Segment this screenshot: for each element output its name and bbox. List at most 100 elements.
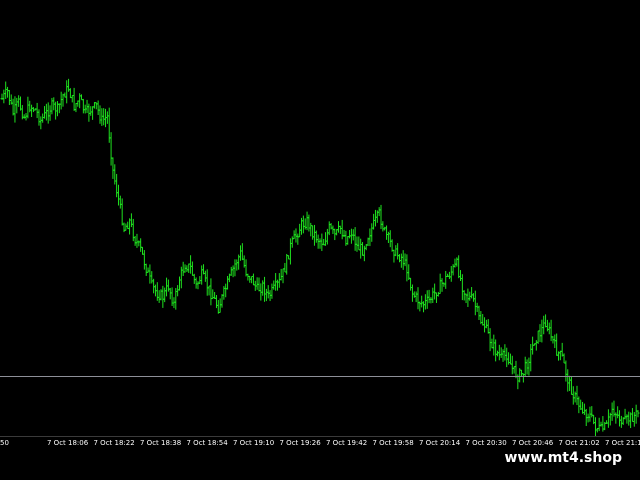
price-chart[interactable] — [0, 0, 640, 436]
ohlc-bar — [483, 317, 487, 333]
ohlc-bar — [233, 259, 237, 277]
ohlc-bar — [96, 100, 100, 116]
ohlc-bar — [359, 238, 363, 259]
ohlc-bar — [431, 287, 435, 304]
ohlc-bar — [91, 106, 95, 120]
ohlc-bar — [586, 413, 590, 423]
time-tick-label: 7 Oct 19:58 — [372, 439, 414, 447]
ohlc-bar — [542, 315, 546, 335]
ohlc-bar — [87, 103, 91, 122]
ohlc-bar — [449, 265, 453, 282]
ohlc-bar — [423, 294, 427, 310]
ohlc-bar — [98, 105, 102, 124]
ohlc-bar — [314, 230, 318, 243]
ohlc-bar — [425, 290, 429, 309]
ohlc-bar — [290, 236, 294, 248]
ohlc-bar — [257, 277, 261, 292]
ohlc-bar — [146, 267, 150, 273]
ohlc-bar — [512, 366, 516, 374]
ohlc-bar — [325, 228, 329, 245]
ohlc-bar — [618, 410, 622, 427]
ohlc-bar — [80, 94, 83, 101]
ohlc-bar — [13, 96, 17, 123]
ohlc-bar — [361, 242, 365, 256]
ohlc-bar — [327, 221, 331, 236]
ohlc-bar — [492, 334, 496, 356]
ohlc-bar — [207, 285, 211, 296]
ohlc-bar — [414, 291, 418, 303]
ohlc-bar — [209, 278, 213, 306]
ohlc-bar — [460, 274, 464, 301]
ohlc-bar — [490, 338, 494, 349]
ohlc-bar — [630, 408, 634, 422]
ohlc-bar — [100, 108, 104, 126]
ohlc-bar — [503, 344, 507, 361]
ohlc-bar — [115, 173, 119, 198]
ohlc-bar — [355, 236, 359, 252]
ohlc-bar — [7, 89, 11, 105]
ohlc-bar — [569, 375, 573, 395]
ohlc-bar — [494, 339, 498, 362]
ohlc-bar — [72, 87, 76, 111]
ohlc-bar — [523, 356, 527, 377]
ohlc-bar — [440, 278, 444, 292]
ohlc-bar — [18, 96, 22, 111]
ohlc-bar — [22, 114, 26, 119]
ohlc-bar — [244, 259, 248, 277]
ohlc-bar — [508, 353, 512, 365]
ohlc-bar — [577, 396, 581, 414]
ohlc-bar — [357, 236, 361, 251]
ohlc-bar — [510, 355, 514, 375]
ohlc-bar — [606, 409, 610, 428]
ohlc-bar — [144, 263, 148, 276]
ohlc-bar — [353, 227, 357, 251]
ohlc-bar — [277, 273, 281, 288]
ohlc-bar — [239, 245, 242, 261]
price-level-line[interactable] — [0, 376, 640, 377]
ohlc-bar — [529, 343, 533, 372]
ohlc-bar — [346, 236, 350, 245]
ohlc-bar — [405, 254, 409, 282]
ohlc-bar — [250, 275, 254, 284]
ohlc-bar — [422, 301, 426, 313]
ohlc-bar — [177, 276, 181, 291]
ohlc-bar — [311, 225, 315, 240]
ohlc-bar — [396, 243, 400, 260]
ohlc-bar — [142, 250, 146, 270]
ohlc-bar — [581, 401, 585, 414]
ohlc-bar — [307, 214, 311, 232]
ohlc-bar — [486, 319, 490, 334]
ohlc-bar — [377, 207, 381, 217]
ohlc-bar — [614, 412, 618, 424]
ohlc-bar — [285, 253, 289, 275]
ohlc-bar — [279, 268, 283, 281]
time-tick-label: 7 Oct 18:06 — [47, 439, 89, 447]
ohlc-bar — [126, 221, 130, 230]
ohlc-bar — [266, 285, 270, 299]
ohlc-bar — [264, 288, 268, 302]
ohlc-bar — [338, 225, 342, 234]
ohlc-bar — [312, 224, 316, 246]
ohlc-bar — [240, 243, 244, 261]
time-tick-label: 7 Oct 19:26 — [279, 439, 321, 447]
ohlc-bar — [63, 92, 67, 98]
ohlc-bar — [57, 103, 61, 114]
ohlc-bar — [89, 106, 93, 116]
time-tick-label: 7 Oct 18:54 — [186, 439, 228, 447]
ohlc-bar — [157, 290, 161, 303]
ohlc-bar — [70, 94, 74, 103]
ohlc-bar — [381, 221, 385, 232]
ohlc-bar — [301, 215, 305, 234]
ohlc-bar — [109, 132, 113, 166]
ohlc-bar — [536, 330, 540, 344]
ohlc-bar — [420, 295, 424, 308]
ohlc-bar — [181, 261, 185, 276]
ohlc-bar — [477, 305, 481, 320]
ohlc-bar — [407, 264, 411, 280]
ohlc-bar — [593, 417, 597, 436]
time-tick-label: 7 Oct 20:14 — [419, 439, 461, 447]
ohlc-bar — [102, 108, 106, 126]
ohlc-bar — [573, 391, 577, 403]
ohlc-bar — [205, 269, 209, 296]
ohlc-bar — [401, 250, 405, 270]
